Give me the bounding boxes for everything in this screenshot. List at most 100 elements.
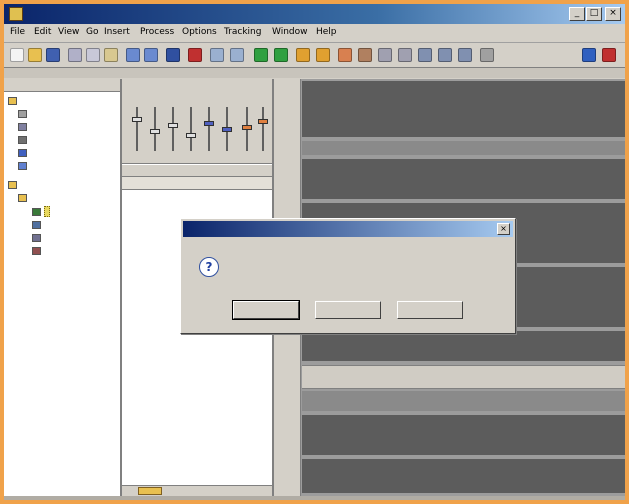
cut-icon[interactable] — [68, 48, 82, 62]
app-icon — [9, 7, 23, 21]
scrollbar-thumb[interactable] — [138, 487, 162, 495]
track-lane[interactable] — [302, 415, 625, 455]
redo-icon[interactable] — [144, 48, 158, 62]
open-icon[interactable] — [28, 48, 42, 62]
channel-fader[interactable] — [168, 107, 178, 151]
menu-bar: File Edit View Go Insert Process Options… — [4, 24, 625, 43]
list-subheader — [122, 165, 272, 177]
maximize-button[interactable]: □ — [586, 7, 602, 21]
explorer-pane — [4, 79, 122, 496]
drive-icon — [18, 135, 27, 144]
status-bar — [4, 496, 625, 500]
drive-icon — [18, 109, 27, 118]
tree-item[interactable] — [18, 147, 30, 158]
track-lane[interactable] — [302, 391, 625, 411]
mixer-controls — [122, 79, 272, 164]
tree-item[interactable] — [18, 121, 30, 132]
channel-fader[interactable] — [222, 107, 232, 151]
tool-icon[interactable] — [418, 48, 432, 62]
tool-icon[interactable] — [316, 48, 330, 62]
save-icon[interactable] — [46, 48, 60, 62]
channel-fader[interactable] — [186, 107, 196, 151]
folder-icon — [32, 207, 41, 216]
menu-process[interactable]: Process — [140, 27, 174, 37]
channel-fader[interactable] — [204, 107, 214, 151]
channel-fader[interactable] — [132, 107, 142, 151]
toolbar-status-row — [4, 68, 625, 78]
menu-view[interactable]: View — [58, 27, 79, 37]
track-lane[interactable] — [302, 141, 625, 155]
menu-help[interactable]: Help — [316, 27, 337, 37]
dialog-close-button[interactable]: × — [497, 223, 510, 235]
horizontal-scrollbar[interactable] — [122, 485, 272, 496]
play-icon[interactable] — [254, 48, 268, 62]
tool-icon[interactable] — [296, 48, 310, 62]
track-info-strip — [302, 365, 625, 389]
menu-window[interactable]: Window — [272, 27, 308, 37]
application-window: _ □ × File Edit View Go Insert Process O… — [4, 4, 625, 500]
folder-icon — [32, 233, 41, 242]
tree-item-selected[interactable] — [32, 206, 50, 217]
dialog-yes-button[interactable] — [232, 300, 300, 320]
tool-icon[interactable] — [358, 48, 372, 62]
help-icon[interactable] — [166, 48, 180, 62]
new-icon[interactable] — [10, 48, 24, 62]
tree-item[interactable] — [32, 245, 44, 256]
track-lane[interactable] — [302, 81, 625, 137]
play-icon[interactable] — [274, 48, 288, 62]
folder-icon — [32, 220, 41, 229]
undo-icon[interactable] — [126, 48, 140, 62]
stop-icon[interactable] — [188, 48, 202, 62]
tree-item[interactable] — [18, 160, 30, 171]
tool-icon[interactable] — [378, 48, 392, 62]
toolbar — [4, 43, 625, 68]
tool-icon[interactable] — [398, 48, 412, 62]
dialog-no-button[interactable] — [315, 301, 381, 319]
menu-file[interactable]: File — [10, 27, 25, 37]
tool-icon[interactable] — [582, 48, 596, 62]
folder-icon — [8, 180, 17, 189]
tool-icon[interactable] — [480, 48, 494, 62]
close-button[interactable]: × — [605, 7, 621, 21]
network-icon — [18, 161, 27, 170]
copy-icon[interactable] — [86, 48, 100, 62]
tool-icon[interactable] — [458, 48, 472, 62]
track-lane[interactable] — [302, 159, 625, 199]
question-icon: ? — [199, 257, 219, 277]
tree-item[interactable] — [8, 179, 20, 190]
channel-fader[interactable] — [258, 107, 268, 151]
record-icon[interactable] — [602, 48, 616, 62]
tool-icon[interactable] — [338, 48, 352, 62]
drive-icon — [18, 122, 27, 131]
confirm-dialog: × ? — [180, 218, 516, 334]
tree-item[interactable] — [8, 95, 20, 106]
tree-item[interactable] — [18, 134, 30, 145]
menu-go[interactable]: Go — [86, 27, 98, 37]
tree-item[interactable] — [32, 219, 44, 230]
menu-insert[interactable]: Insert — [104, 27, 130, 37]
explorer-header — [4, 79, 120, 92]
tool-icon[interactable] — [210, 48, 224, 62]
menu-edit[interactable]: Edit — [34, 27, 51, 37]
channel-fader[interactable] — [242, 107, 252, 151]
list-column-header — [122, 177, 272, 190]
tool-icon[interactable] — [230, 48, 244, 62]
track-lane[interactable] — [302, 459, 625, 493]
folder-icon — [18, 193, 27, 202]
menu-options[interactable]: Options — [182, 27, 217, 37]
dialog-title-bar: × — [183, 221, 513, 237]
paste-icon[interactable] — [104, 48, 118, 62]
title-bar: _ □ × — [4, 4, 625, 24]
menu-tracking[interactable]: Tracking — [224, 27, 261, 37]
folder-icon — [8, 96, 17, 105]
minimize-button[interactable]: _ — [569, 7, 585, 21]
tree-item[interactable] — [18, 192, 30, 203]
dialog-cancel-button[interactable] — [397, 301, 463, 319]
channel-fader[interactable] — [150, 107, 160, 151]
tree-item[interactable] — [32, 232, 44, 243]
network-icon — [18, 148, 27, 157]
tree-item[interactable] — [18, 108, 30, 119]
folder-icon — [32, 246, 41, 255]
track-lane[interactable] — [302, 331, 625, 361]
tool-icon[interactable] — [438, 48, 452, 62]
